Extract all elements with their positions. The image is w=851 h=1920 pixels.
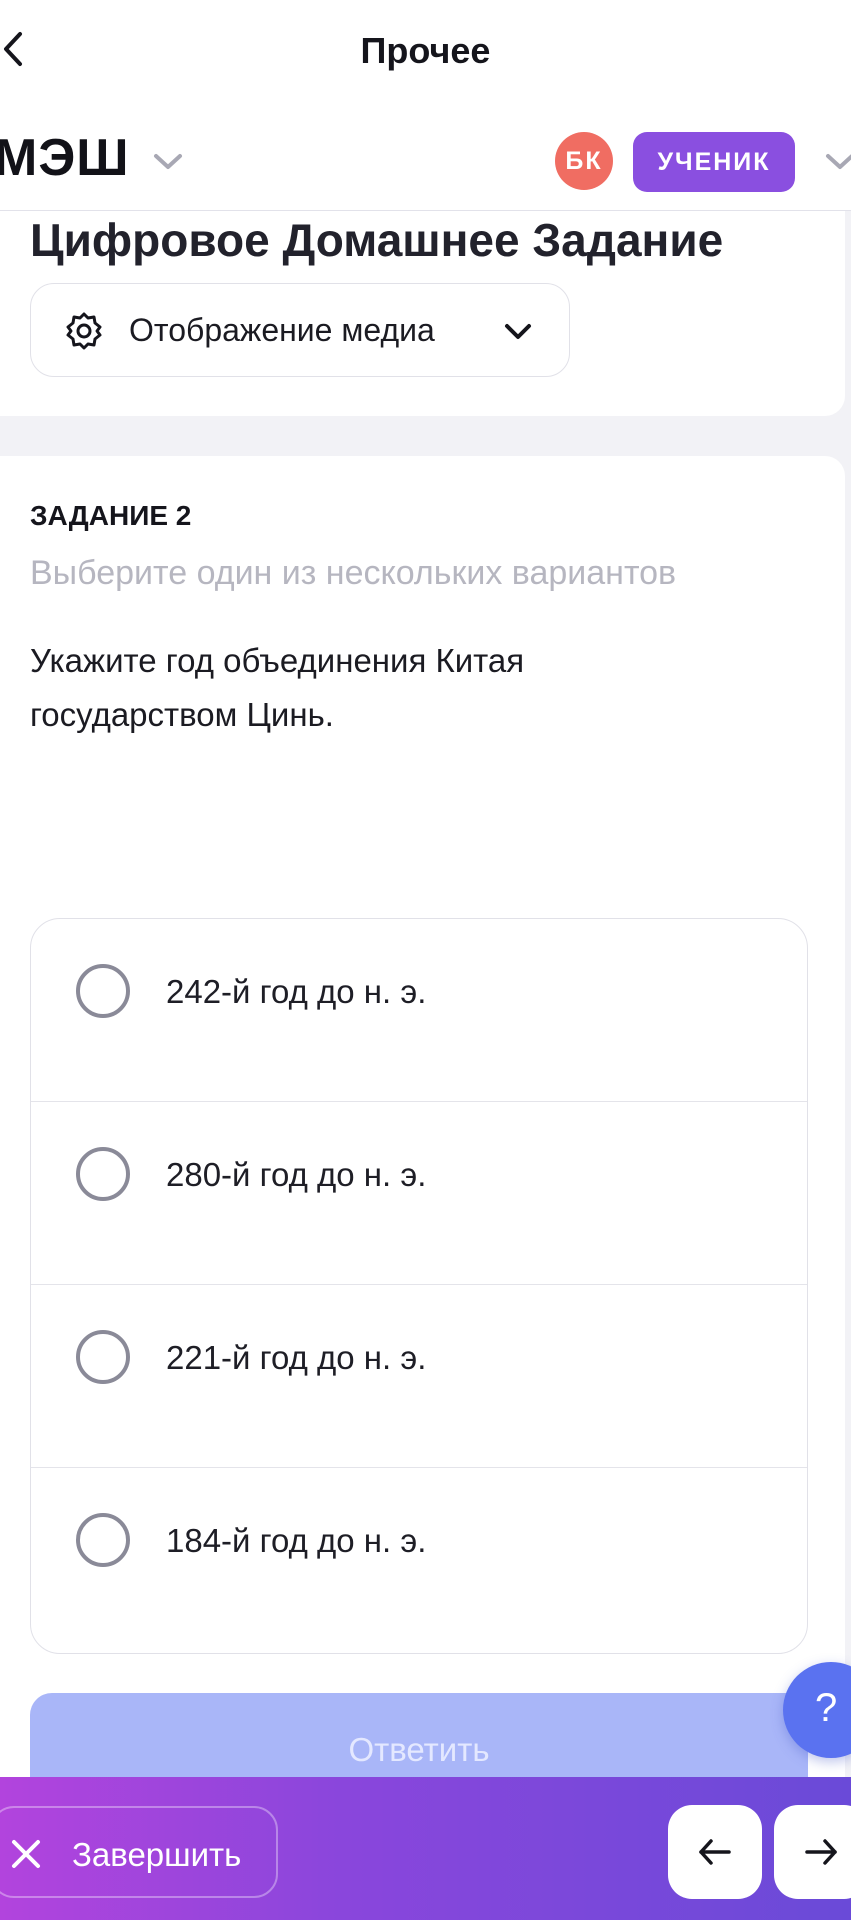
answer-option-label: 221-й год до н. э.	[166, 1339, 427, 1376]
homework-header-card: Цифровое Домашнее Задание Отображение ме…	[0, 211, 845, 416]
task-instruction: Выберите один из нескольких вариантов	[30, 554, 677, 592]
chevron-down-icon	[505, 324, 531, 339]
finish-button[interactable]: Завершить	[0, 1806, 278, 1898]
radio-button[interactable]	[76, 1330, 130, 1384]
bottom-action-bar: Завершить	[0, 1777, 851, 1920]
screen-title: Прочее	[360, 30, 491, 71]
answer-option[interactable]: 280-й год до н. э.	[31, 1102, 807, 1285]
task-number: ЗАДАНИЕ 2	[30, 500, 192, 531]
answer-option-label: 280-й год до н. э.	[166, 1156, 427, 1193]
media-display-label: Отображение медиа	[129, 312, 435, 348]
answer-option-label: 184-й год до н. э.	[166, 1522, 427, 1559]
arrow-right-icon	[805, 1839, 837, 1865]
role-badge[interactable]: УЧЕНИК	[633, 132, 795, 192]
answer-option[interactable]: 242-й год до н. э.	[31, 919, 807, 1102]
app-logo: МЭШ	[0, 129, 130, 187]
app-header: МЭШ БК УЧЕНИК	[0, 100, 851, 211]
page-title: Цифровое Домашнее Задание	[30, 214, 724, 266]
answer-option[interactable]: 184-й год до н. э.	[31, 1468, 807, 1651]
top-bar: Прочее	[0, 0, 851, 100]
close-icon	[12, 1840, 40, 1868]
next-task-button[interactable]	[774, 1805, 851, 1899]
previous-task-button[interactable]	[668, 1805, 762, 1899]
answer-option-label: 242-й год до н. э.	[166, 973, 427, 1010]
radio-button[interactable]	[76, 1147, 130, 1201]
help-icon: ?	[815, 1686, 838, 1730]
finish-label: Завершить	[72, 1836, 242, 1873]
media-display-dropdown[interactable]: Отображение медиа	[30, 283, 570, 377]
answer-options: 242-й год до н. э. 280-й год до н. э. 22…	[30, 918, 808, 1654]
avatar[interactable]: БК	[555, 132, 613, 190]
radio-button[interactable]	[76, 964, 130, 1018]
task-card: ЗАДАНИЕ 2 Выберите один из нескольких ва…	[0, 456, 845, 1920]
chevron-down-icon[interactable]	[150, 150, 186, 174]
answer-option[interactable]: 221-й год до н. э.	[31, 1285, 807, 1468]
radio-button[interactable]	[76, 1513, 130, 1567]
gear-icon	[66, 312, 102, 350]
chevron-down-icon[interactable]	[822, 150, 851, 174]
arrow-left-icon	[699, 1839, 731, 1865]
question-text: Укажите год объединения Китая государств…	[30, 642, 525, 733]
